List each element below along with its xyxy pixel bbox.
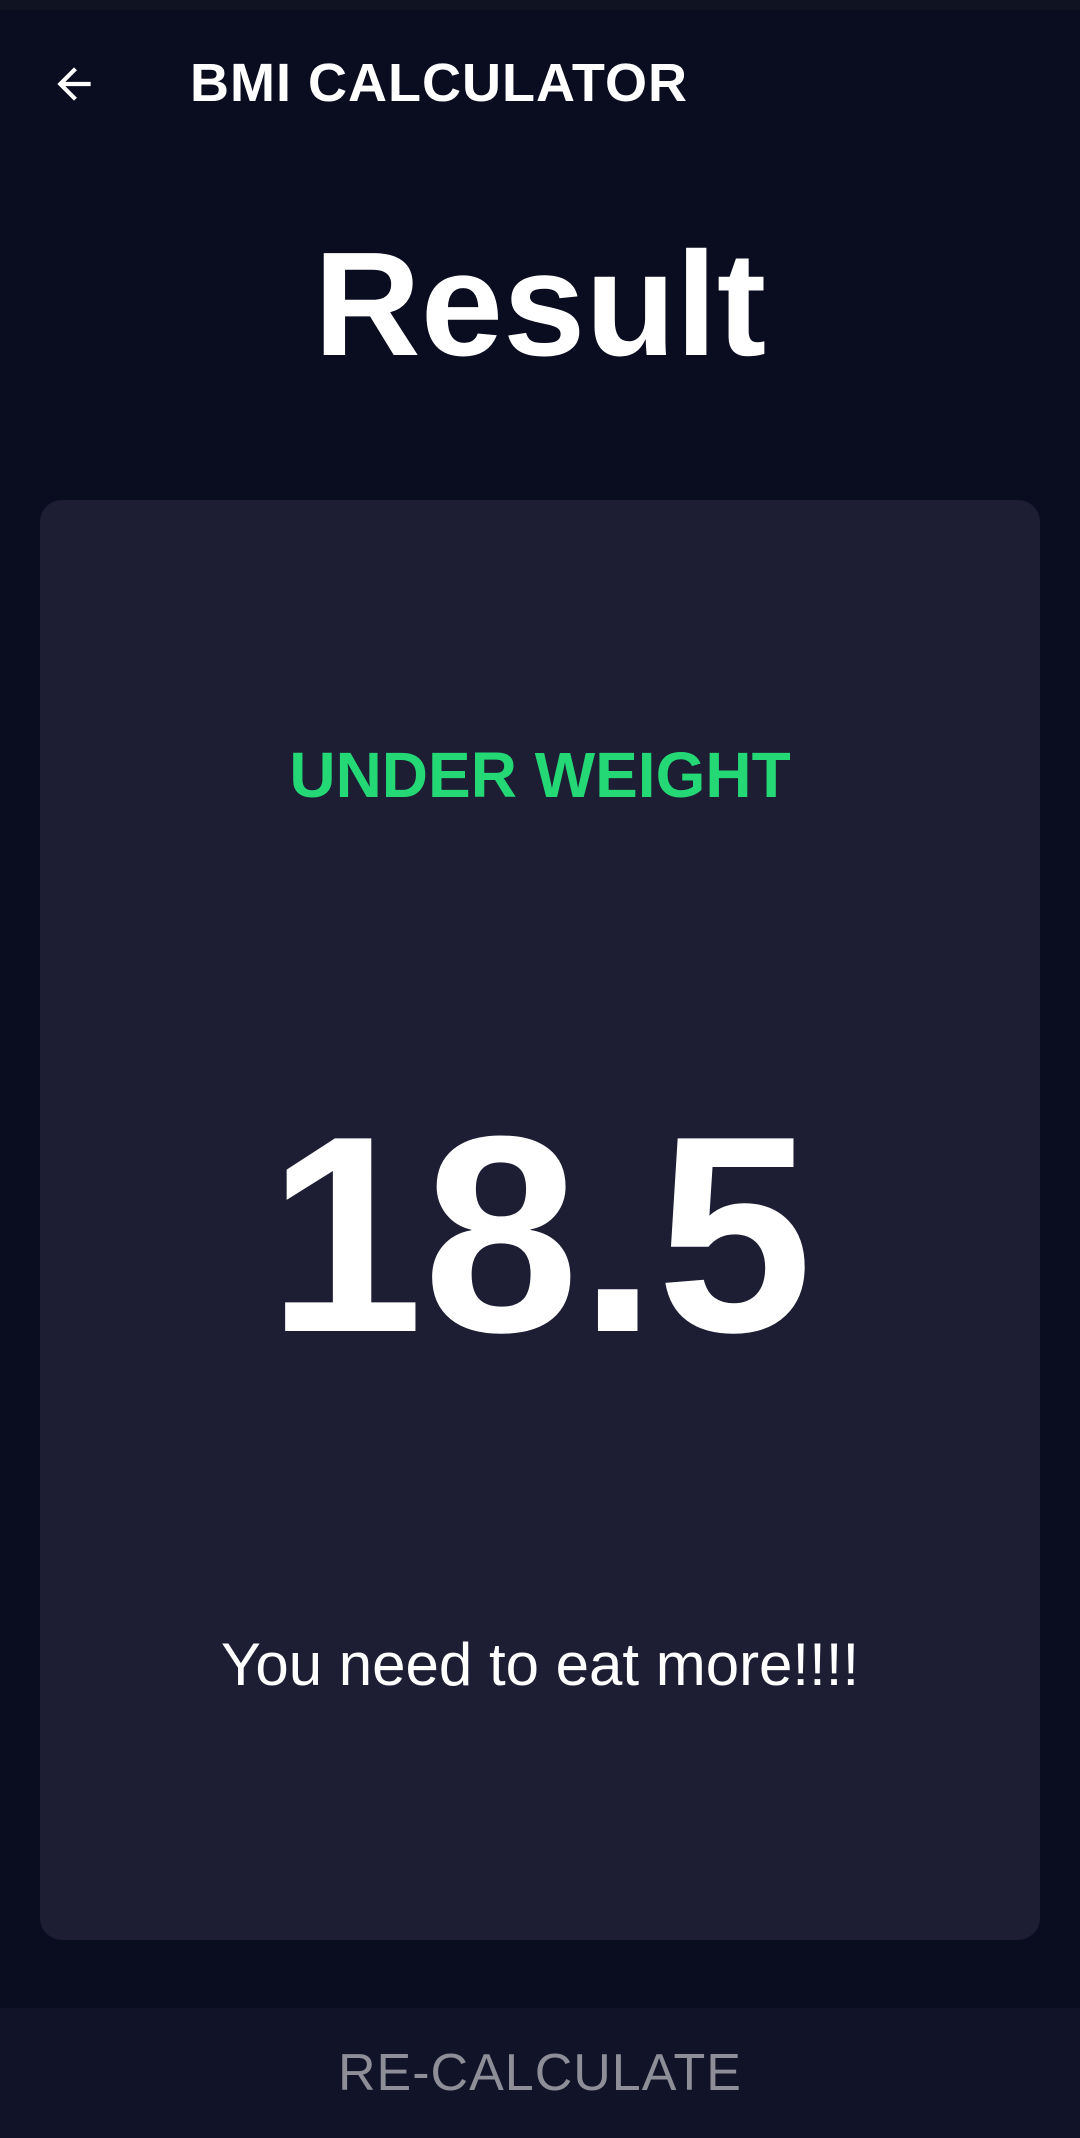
bmi-value: 18.5 bbox=[267, 1079, 813, 1391]
result-status-label: UNDER WEIGHT bbox=[289, 739, 791, 811]
status-bar-strip bbox=[0, 0, 1080, 10]
page-title: Result bbox=[313, 222, 767, 387]
advice-text: You need to eat more!!!! bbox=[220, 1631, 860, 1698]
recalculate-button[interactable]: RE-CALCULATE bbox=[0, 2008, 1080, 2138]
app-title: BMI CALCULATOR bbox=[190, 53, 688, 113]
back-button[interactable] bbox=[30, 40, 118, 128]
recalculate-button-label: RE-CALCULATE bbox=[337, 2044, 742, 2102]
app-bar: BMI CALCULATOR bbox=[0, 10, 1080, 155]
arrow-left-icon bbox=[57, 67, 91, 101]
result-card: UNDER WEIGHT 18.5 You need to eat more!!… bbox=[40, 500, 1040, 1940]
